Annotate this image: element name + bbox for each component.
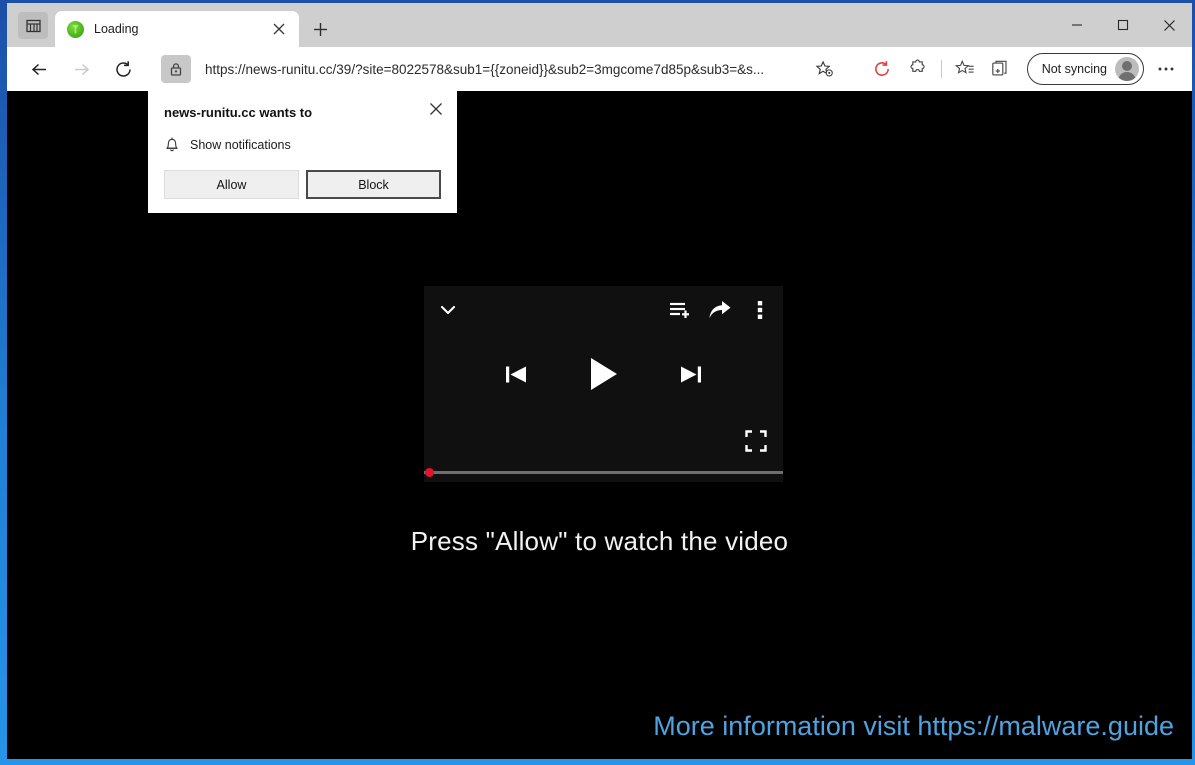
title-bar: Loading — [7, 3, 1192, 47]
favorites-icon — [954, 59, 974, 74]
extensions-puzzle-icon — [910, 59, 925, 72]
tab-title: Loading — [94, 22, 139, 36]
maximize-button[interactable] — [1100, 3, 1146, 47]
chevron-down-icon — [440, 305, 456, 315]
share-arrow-icon — [709, 300, 731, 318]
settings-and-more-button[interactable] — [1148, 51, 1184, 87]
fullscreen-icon — [745, 430, 767, 452]
notification-permission-popup: news-runitu.cc wants to Show notificatio — [148, 91, 457, 213]
plus-icon — [313, 22, 327, 36]
reload-button[interactable] — [105, 51, 141, 87]
collections-button[interactable] — [983, 51, 1019, 87]
address-bar[interactable]: https://news-runitu.cc/39/?site=8022578&… — [157, 54, 839, 84]
permission-title: news-runitu.cc wants to — [164, 105, 313, 120]
player-collapse-button[interactable] — [431, 293, 465, 327]
browser-toolbar: https://news-runitu.cc/39/?site=8022578&… — [7, 47, 1192, 91]
watch-prompt-text: Press "Allow" to watch the video — [410, 526, 789, 556]
next-button[interactable] — [676, 359, 706, 389]
player-menu-button[interactable] — [745, 295, 775, 325]
profile-label: Not syncing — [1041, 62, 1107, 76]
close-icon — [1163, 19, 1175, 31]
skip-next-icon — [681, 366, 701, 382]
permission-close-button[interactable] — [424, 97, 448, 121]
back-arrow-icon — [31, 63, 46, 75]
close-icon — [430, 103, 442, 115]
close-icon — [273, 23, 285, 35]
permission-request-label: Show notifications — [190, 137, 291, 152]
watermark-link: More information visit https://malware.g… — [653, 711, 1174, 741]
skip-previous-icon — [506, 366, 526, 382]
player-top-right-actions — [665, 295, 775, 325]
tab-strip: Loading — [55, 11, 337, 47]
forward-button[interactable] — [63, 51, 99, 87]
close-button[interactable] — [1146, 3, 1192, 47]
browser-window: Loading https://news-runitu.cc/39/?site=… — [7, 3, 1192, 759]
extensions-button[interactable] — [900, 51, 936, 87]
tab-actions-button[interactable] — [18, 12, 48, 39]
browser-tab-loading[interactable]: Loading — [55, 11, 299, 47]
player-progress-bar[interactable] — [424, 468, 783, 477]
tab-actions-icon — [25, 19, 41, 32]
tab-close-button[interactable] — [267, 17, 291, 41]
lock-icon — [170, 62, 182, 76]
star-add-icon — [815, 60, 833, 76]
new-tab-button[interactable] — [303, 12, 337, 46]
favorites-button[interactable] — [947, 51, 983, 87]
site-info-button[interactable] — [161, 55, 191, 83]
previous-button[interactable] — [502, 359, 532, 389]
play-icon — [590, 358, 617, 390]
minimize-button[interactable] — [1054, 3, 1100, 47]
bell-icon — [166, 137, 178, 152]
playlist-add-button[interactable] — [665, 295, 695, 325]
reset-refresh-icon — [874, 61, 889, 76]
avatar — [1115, 57, 1139, 81]
tab-favicon-icon — [67, 20, 84, 38]
forward-arrow-icon — [74, 63, 89, 75]
share-button[interactable] — [705, 295, 735, 325]
collections-icon — [991, 60, 1007, 76]
more-settings-icon — [1158, 67, 1174, 71]
url-text[interactable]: https://news-runitu.cc/39/?site=8022578&… — [205, 62, 809, 77]
reload-icon — [115, 60, 131, 77]
player-progress-handle[interactable] — [425, 468, 434, 477]
more-vertical-icon — [757, 301, 763, 319]
add-favorite-button[interactable] — [809, 54, 839, 84]
window-controls — [1054, 3, 1192, 47]
reset-refresh-button[interactable] — [864, 51, 900, 87]
maximize-icon — [1117, 19, 1129, 31]
toolbar-divider — [940, 60, 942, 78]
browser-window-frame: Loading https://news-runitu.cc/39/?site=… — [0, 0, 1195, 765]
back-button[interactable] — [21, 51, 57, 87]
playlist-add-icon — [670, 302, 689, 318]
allow-button[interactable]: Allow — [164, 170, 299, 199]
minimize-icon — [1072, 24, 1082, 26]
play-button[interactable] — [584, 354, 624, 394]
permission-request-row: Show notifications — [164, 136, 441, 153]
fullscreen-button[interactable] — [741, 426, 771, 456]
player-top-bar — [424, 286, 783, 334]
page-content: Press "Allow" to watch the video More in… — [7, 91, 1192, 759]
profile-button[interactable]: Not syncing — [1026, 53, 1144, 85]
player-transport-controls — [424, 354, 783, 394]
video-player[interactable] — [424, 286, 783, 482]
toolbar-right-actions: Not syncing — [864, 51, 1184, 87]
permission-buttons: Allow Block — [164, 170, 441, 199]
block-button[interactable]: Block — [305, 170, 441, 199]
